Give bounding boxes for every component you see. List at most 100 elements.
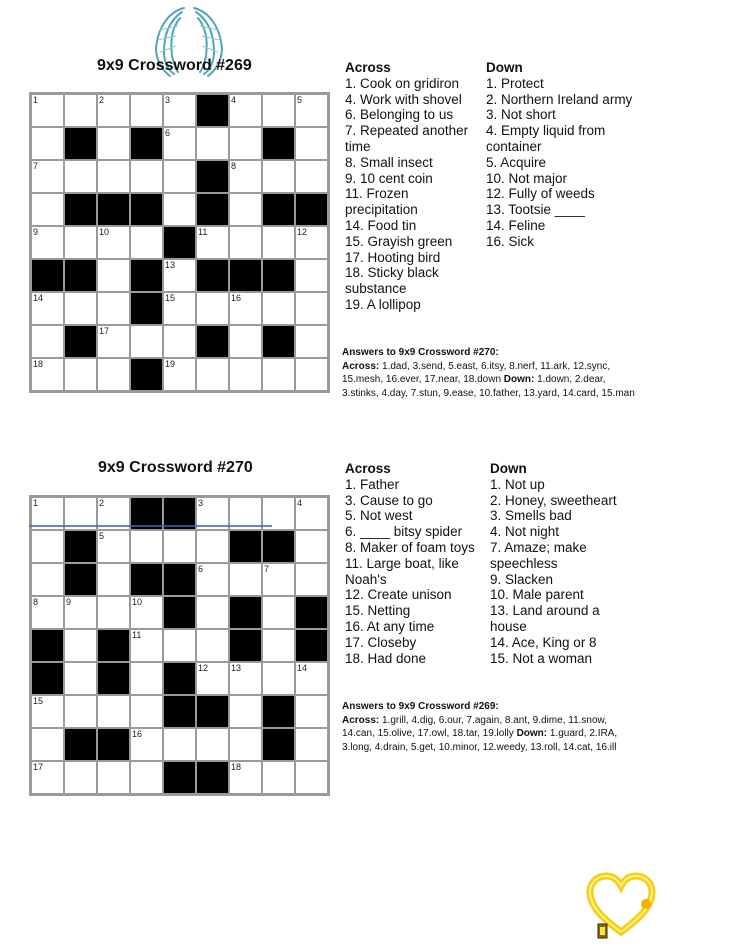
grid-cell[interactable] (65, 227, 96, 258)
grid-cell[interactable]: 12 (296, 227, 327, 258)
grid-cell[interactable] (230, 326, 261, 357)
grid-cell[interactable] (98, 260, 129, 291)
grid-cell[interactable] (98, 597, 129, 628)
grid-cell[interactable] (164, 630, 195, 661)
grid-cell[interactable] (230, 227, 261, 258)
grid-cell[interactable] (197, 597, 228, 628)
grid-cell[interactable] (263, 597, 294, 628)
grid-cell[interactable]: 13 (164, 260, 195, 291)
grid-cell[interactable]: 17 (98, 326, 129, 357)
grid-cell[interactable]: 7 (32, 161, 63, 192)
grid-cell[interactable] (65, 293, 96, 324)
grid-cell[interactable] (65, 95, 96, 126)
grid-cell[interactable] (263, 161, 294, 192)
grid-cell[interactable]: 14 (32, 293, 63, 324)
grid-cell[interactable]: 10 (98, 227, 129, 258)
grid-cell[interactable] (296, 326, 327, 357)
grid-cell[interactable] (296, 729, 327, 760)
grid-cell[interactable] (296, 696, 327, 727)
grid-cell[interactable]: 6 (197, 564, 228, 595)
grid-cell[interactable] (197, 359, 228, 390)
grid-cell[interactable] (230, 359, 261, 390)
grid-cell[interactable]: 4 (230, 95, 261, 126)
grid-cell[interactable]: 5 (98, 531, 129, 562)
grid-cell[interactable]: 11 (131, 630, 162, 661)
grid-cell[interactable]: 15 (164, 293, 195, 324)
grid-cell[interactable] (230, 729, 261, 760)
grid-cell[interactable] (263, 227, 294, 258)
grid-cell[interactable]: 9 (65, 597, 96, 628)
grid-cell[interactable]: 15 (32, 696, 63, 727)
grid-cell[interactable] (296, 359, 327, 390)
grid-cell[interactable] (197, 293, 228, 324)
grid-cell[interactable] (65, 359, 96, 390)
grid-cell[interactable] (164, 194, 195, 225)
grid-cell[interactable] (65, 696, 96, 727)
grid-cell[interactable]: 16 (131, 729, 162, 760)
grid-cell[interactable] (131, 161, 162, 192)
grid-cell[interactable] (263, 663, 294, 694)
grid-cell[interactable]: 18 (32, 359, 63, 390)
grid-cell[interactable] (98, 696, 129, 727)
grid-cell[interactable]: 8 (32, 597, 63, 628)
grid-cell[interactable] (263, 95, 294, 126)
grid-cell[interactable] (197, 128, 228, 159)
grid-cell[interactable] (296, 293, 327, 324)
grid-cell[interactable]: 13 (230, 663, 261, 694)
grid-cell[interactable]: 2 (98, 95, 129, 126)
grid-cell[interactable] (65, 161, 96, 192)
grid-cell[interactable] (32, 194, 63, 225)
grid-cell[interactable]: 5 (296, 95, 327, 126)
grid-cell[interactable] (263, 630, 294, 661)
grid-cell[interactable] (98, 128, 129, 159)
grid-cell[interactable] (197, 630, 228, 661)
grid-cell[interactable] (65, 762, 96, 793)
grid-cell[interactable] (296, 260, 327, 291)
grid-cell[interactable] (230, 564, 261, 595)
grid-cell[interactable] (263, 762, 294, 793)
grid-cell[interactable]: 16 (230, 293, 261, 324)
grid-cell[interactable]: 4 (296, 498, 327, 529)
grid-cell[interactable] (98, 564, 129, 595)
grid-cell[interactable]: 18 (230, 762, 261, 793)
grid-cell[interactable] (131, 663, 162, 694)
grid-cell[interactable] (131, 95, 162, 126)
grid-cell[interactable] (32, 128, 63, 159)
grid-cell[interactable]: 3 (164, 95, 195, 126)
grid-cell[interactable] (296, 128, 327, 159)
grid-cell[interactable] (131, 227, 162, 258)
grid-cell[interactable] (98, 359, 129, 390)
grid-cell[interactable] (131, 696, 162, 727)
grid-cell[interactable]: 14 (296, 663, 327, 694)
grid-cell[interactable] (32, 326, 63, 357)
grid-cell[interactable] (230, 194, 261, 225)
grid-cell[interactable] (65, 663, 96, 694)
grid-cell[interactable] (131, 531, 162, 562)
grid-cell[interactable] (164, 531, 195, 562)
grid-cell[interactable] (98, 293, 129, 324)
grid-cell[interactable] (131, 762, 162, 793)
grid-cell[interactable]: 7 (263, 564, 294, 595)
grid-cell[interactable] (164, 729, 195, 760)
grid-cell[interactable] (32, 729, 63, 760)
grid-cell[interactable] (98, 161, 129, 192)
grid-cell[interactable]: 9 (32, 227, 63, 258)
grid-cell[interactable] (65, 630, 96, 661)
grid-cell[interactable] (32, 531, 63, 562)
grid-cell[interactable] (164, 161, 195, 192)
grid-cell[interactable]: 17 (32, 762, 63, 793)
grid-cell[interactable]: 12 (197, 663, 228, 694)
grid-cell[interactable]: 19 (164, 359, 195, 390)
grid-cell[interactable] (131, 326, 162, 357)
grid-cell[interactable] (164, 326, 195, 357)
grid-cell[interactable] (197, 531, 228, 562)
grid-cell[interactable] (296, 762, 327, 793)
grid-cell[interactable] (197, 729, 228, 760)
grid-cell[interactable] (263, 293, 294, 324)
grid-cell[interactable] (296, 564, 327, 595)
grid-cell[interactable] (263, 359, 294, 390)
grid-cell[interactable]: 6 (164, 128, 195, 159)
grid-cell[interactable] (296, 531, 327, 562)
grid-cell[interactable]: 8 (230, 161, 261, 192)
grid-cell[interactable] (230, 128, 261, 159)
